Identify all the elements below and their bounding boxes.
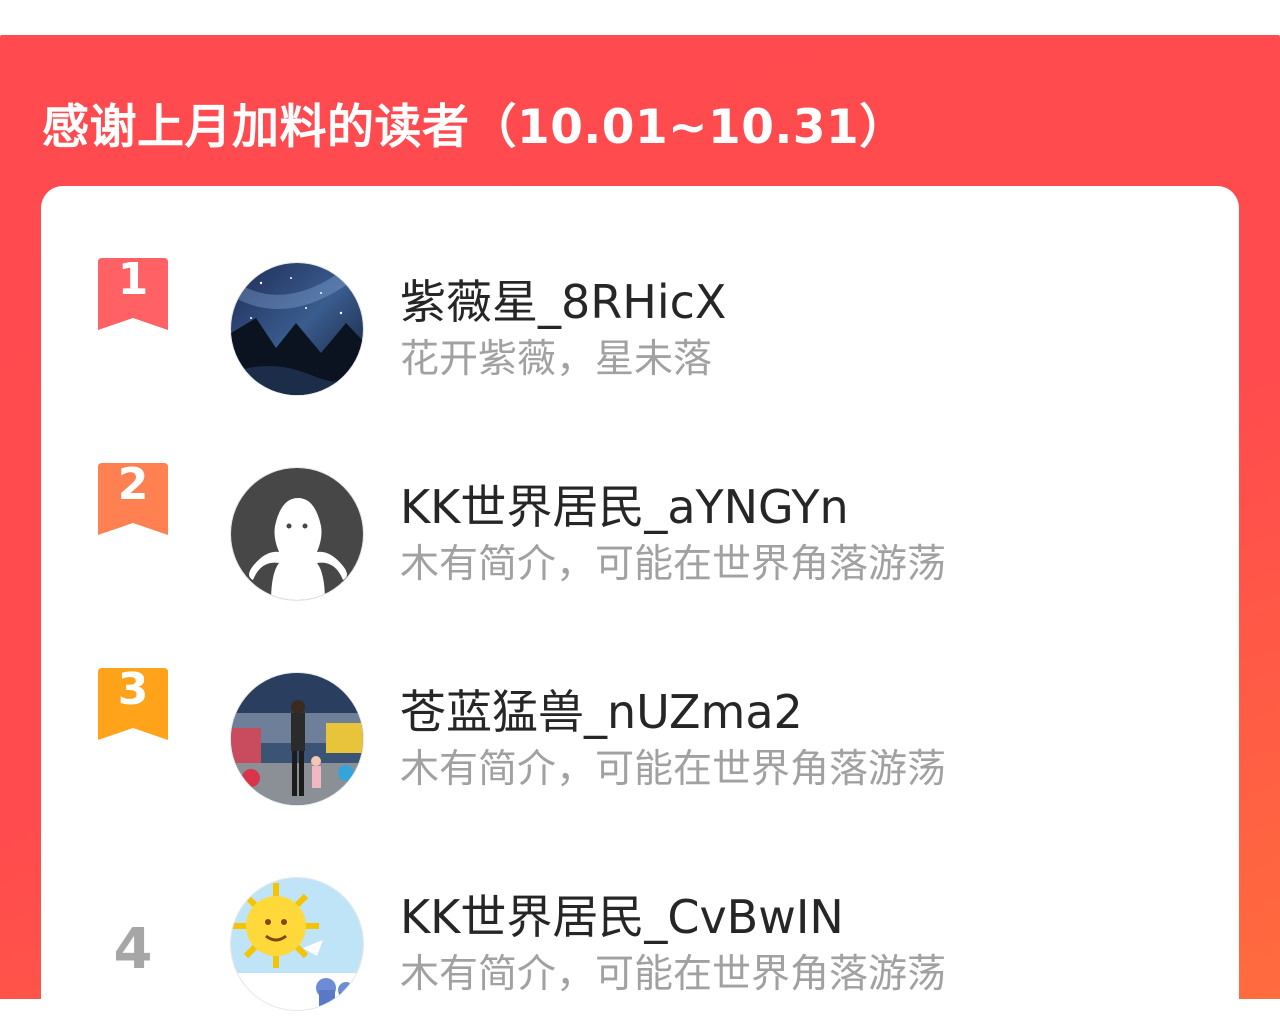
- avatar[interactable]: [230, 262, 364, 396]
- avatar[interactable]: [230, 467, 364, 601]
- reader-row-2[interactable]: 2 KK世界居民_aYNGYn 木有简介，可能在世界角落游荡: [41, 431, 1239, 601]
- rank-badge-2: 2: [98, 459, 168, 535]
- avatar[interactable]: [230, 672, 364, 806]
- reader-thanks-panel: 感谢上月加料的读者（10.01~10.31） 1 紫薇星_8RHicX 花开紫薇…: [0, 35, 1280, 1016]
- rank-number: 2: [117, 459, 149, 510]
- reader-name: 紫薇星_8RHicX: [400, 275, 727, 329]
- reader-name: KK世界居民_CvBwIN: [400, 890, 844, 944]
- amusement-park-avatar-icon: [231, 673, 363, 805]
- reader-bio: 花开紫薇，星未落: [400, 337, 713, 382]
- ghost-avatar-icon: [231, 468, 363, 600]
- reader-row-3[interactable]: 3 苍蓝猛兽_nUZma2 木有简介，可能在世界角落游荡: [41, 636, 1239, 806]
- avatar[interactable]: [230, 877, 364, 1011]
- reader-row-4[interactable]: 4 KK世界居民_CvBwIN 木有简介，可能在世界角落游荡: [41, 841, 1239, 1011]
- reader-bio: 木有简介，可能在世界角落游荡: [400, 952, 947, 997]
- reader-bio: 木有简介，可能在世界角落游荡: [400, 542, 947, 587]
- panel-title: 感谢上月加料的读者（10.01~10.31）: [42, 100, 907, 155]
- reader-list-card: 1 紫薇星_8RHicX 花开紫薇，星未落 2 KK世界居民_aYNGYn 木有…: [41, 186, 1239, 1016]
- rank-number: 3: [117, 664, 149, 715]
- rank-badge-3: 3: [98, 664, 168, 740]
- reader-name: 苍蓝猛兽_nUZma2: [400, 685, 803, 739]
- night-sky-avatar-icon: [231, 263, 363, 395]
- reader-name: KK世界居民_aYNGYn: [400, 480, 849, 534]
- reader-bio: 木有简介，可能在世界角落游荡: [400, 747, 947, 792]
- reader-row-1[interactable]: 1 紫薇星_8RHicX 花开紫薇，星未落: [41, 226, 1239, 396]
- rank-number: 1: [117, 254, 149, 305]
- cartoon-sun-avatar-icon: [231, 878, 363, 1010]
- rank-badge-1: 1: [98, 254, 168, 330]
- rank-number-plain: 4: [113, 917, 153, 982]
